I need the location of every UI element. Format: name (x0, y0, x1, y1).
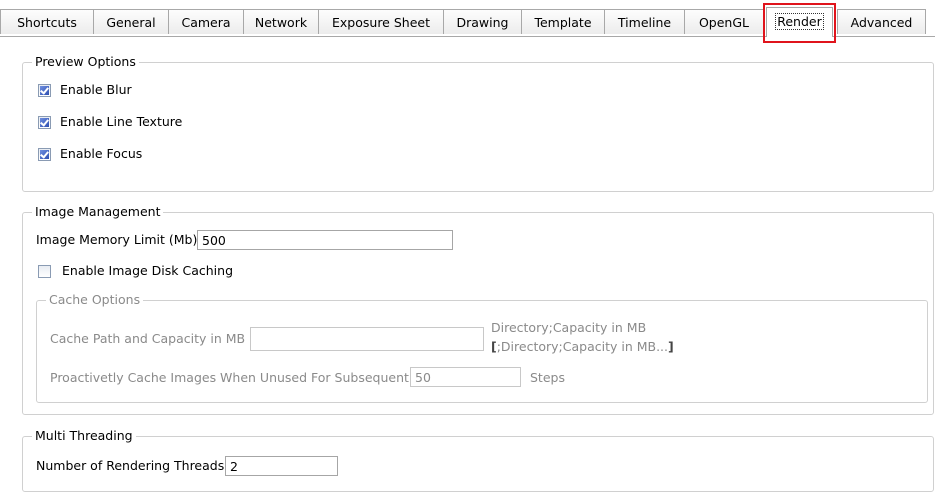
enable-focus-checkbox[interactable] (38, 148, 51, 161)
rendering-threads-input[interactable] (225, 456, 338, 476)
tab-general[interactable]: General (93, 9, 169, 34)
image-memory-limit-label: Image Memory Limit (Mb): (36, 232, 202, 247)
tab-label: Shortcuts (17, 15, 77, 30)
tab-render[interactable]: Render (766, 7, 833, 37)
tab-label: General (106, 15, 156, 30)
tab-drawing[interactable]: Drawing (443, 9, 522, 34)
enable-line-texture-label: Enable Line Texture (60, 114, 183, 129)
tab-label: Timeline (617, 15, 672, 30)
group-title: Multi Threading (32, 428, 136, 444)
proactive-cache-label: Proactivetly Cache Images When Unused Fo… (50, 370, 409, 385)
tab-network[interactable]: Network (243, 9, 319, 34)
bracket-close: ] (668, 339, 674, 354)
cache-options-group: Cache Options (36, 292, 928, 403)
proactive-cache-steps-input[interactable] (410, 367, 521, 387)
preferences-tab-bar: Shortcuts General Camera Network Exposur… (0, 0, 935, 37)
tab-label: Network (254, 15, 308, 30)
tab-exposure-sheet[interactable]: Exposure Sheet (318, 9, 444, 34)
tab-label: Template (534, 15, 592, 30)
tab-label: OpenGL (698, 15, 750, 30)
cache-path-label: Cache Path and Capacity in MB (50, 331, 246, 346)
tab-advanced[interactable]: Advanced (837, 9, 926, 34)
enable-image-disk-caching-label: Enable Image Disk Caching (62, 263, 234, 278)
tab-timeline[interactable]: Timeline (604, 9, 685, 34)
enable-image-disk-caching-checkbox[interactable] (38, 265, 51, 278)
tab-shortcuts[interactable]: Shortcuts (0, 9, 94, 34)
tab-label: Exposure Sheet (332, 15, 430, 30)
tab-template[interactable]: Template (521, 9, 605, 34)
enable-focus-label: Enable Focus (60, 146, 143, 161)
tab-label: Drawing (456, 15, 509, 30)
steps-label: Steps (530, 370, 565, 385)
tab-opengl[interactable]: OpenGL (684, 9, 764, 34)
cache-path-hint-line1: Directory;Capacity in MB (491, 320, 647, 335)
cache-path-input[interactable] (250, 327, 484, 351)
group-title: Preview Options (32, 54, 139, 70)
image-memory-limit-input[interactable] (197, 230, 453, 250)
enable-blur-label: Enable Blur (60, 82, 132, 97)
tab-label: Advanced (850, 15, 913, 30)
enable-line-texture-checkbox[interactable] (38, 116, 51, 129)
hint-text: ;Directory;Capacity in MB... (496, 339, 669, 354)
rendering-threads-label: Number of Rendering Threads (36, 458, 225, 473)
cache-path-hint-line2: [;Directory;Capacity in MB...] (491, 339, 674, 355)
tab-label: Render (775, 13, 824, 30)
group-title: Image Management (32, 204, 164, 220)
tab-camera[interactable]: Camera (168, 9, 244, 34)
enable-blur-checkbox[interactable] (38, 84, 51, 97)
group-title: Cache Options (46, 292, 144, 308)
tab-label: Camera (181, 15, 231, 30)
